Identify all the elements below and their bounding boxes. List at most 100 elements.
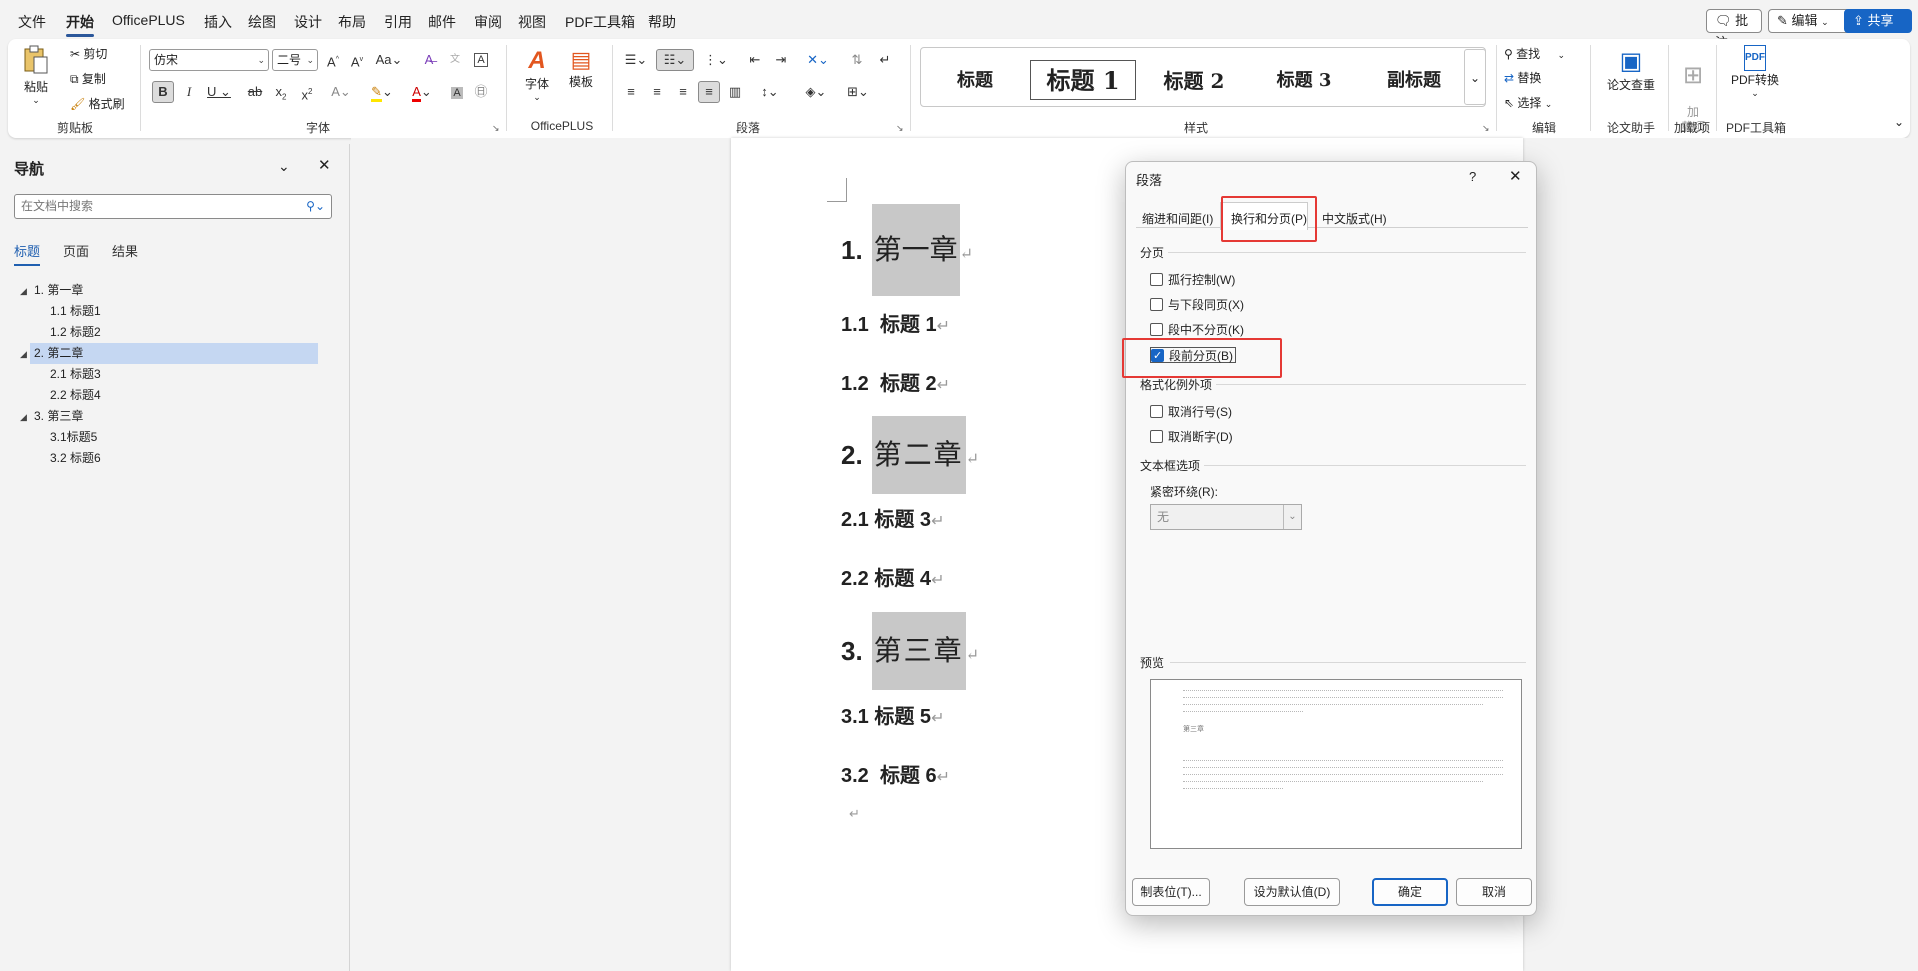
align-right-button[interactable]: ≡ <box>672 81 694 103</box>
heading-2-row[interactable]: 2.1 标题 3↵ <box>841 503 944 532</box>
nav-tree-item-selected[interactable]: 2. 第二章 <box>30 343 318 364</box>
menu-references[interactable]: 引用 <box>384 12 412 32</box>
decrease-indent-button[interactable]: ⇤ <box>744 49 766 71</box>
distributed-button[interactable]: ▥ <box>724 81 746 103</box>
char-border-icon[interactable]: A <box>470 49 492 71</box>
suppress-line-numbers-checkbox[interactable]: 取消行号(S) <box>1150 404 1232 420</box>
pdf-convert-button[interactable]: PDF PDF转换 ⌄ <box>1722 45 1788 99</box>
nav-tree-item[interactable]: 1.1 标题1 <box>50 301 101 322</box>
font-name-combo[interactable]: 仿宋 ⌄ <box>149 49 269 71</box>
nav-tree-item[interactable]: 3.1标题5 <box>50 427 97 448</box>
officeplus-template-button[interactable]: ▤ 模板 <box>564 47 598 90</box>
collapse-caret-icon[interactable]: ◢ <box>20 349 27 360</box>
set-default-button[interactable]: 设为默认值(D) <box>1244 878 1340 906</box>
select-button[interactable]: ⇖ 选择 ⌄ <box>1504 94 1552 111</box>
style-title[interactable]: 标题 <box>927 58 1023 104</box>
justify-button[interactable]: ≡ <box>698 81 720 103</box>
collapse-caret-icon[interactable]: ◢ <box>20 412 27 423</box>
heading-2-row[interactable]: 3.1 标题 5↵ <box>841 700 944 729</box>
nav-tab-results[interactable]: 结果 <box>112 241 138 260</box>
menu-draw[interactable]: 绘图 <box>248 12 276 32</box>
copy-button[interactable]: ⧉ 复制 <box>70 70 106 87</box>
nav-tree-item[interactable]: 2.2 标题4 <box>50 385 101 406</box>
tab-asian-typography[interactable]: 中文版式(H) <box>1322 210 1387 227</box>
italic-button[interactable]: I <box>178 81 200 103</box>
menu-file[interactable]: 文件 <box>18 12 46 32</box>
nav-tab-pages[interactable]: 页面 <box>63 241 89 260</box>
ok-button[interactable]: 确定 <box>1372 878 1448 906</box>
heading-2-row[interactable]: 1.1 标题 1↵ <box>841 308 950 337</box>
collapse-ribbon-icon[interactable]: ⌄ <box>1894 115 1904 129</box>
style-gallery-more-button[interactable]: ⌄ <box>1464 49 1486 105</box>
heading-1-row[interactable]: 1. 第一章 ↵ <box>841 204 973 296</box>
close-icon[interactable]: ✕ <box>318 156 331 174</box>
cancel-button[interactable]: 取消 <box>1456 878 1532 906</box>
widow-control-checkbox[interactable]: 孤行控制(W) <box>1150 272 1235 288</box>
menu-design[interactable]: 设计 <box>294 12 322 32</box>
menu-review[interactable]: 审阅 <box>474 12 502 32</box>
shading-button[interactable]: ◈⌄ <box>800 81 832 103</box>
collapse-caret-icon[interactable]: ◢ <box>20 286 27 297</box>
nav-options-chevron-icon[interactable]: ⌄ <box>278 158 290 175</box>
heading-2-row[interactable]: 2.2 标题 4↵ <box>841 562 944 591</box>
superscript-button[interactable]: x2 <box>296 81 318 103</box>
nav-tree-item[interactable]: 2.1 标题3 <box>50 364 101 385</box>
menu-mailings[interactable]: 邮件 <box>428 12 456 32</box>
style-heading-1[interactable]: 标题 1 <box>1030 60 1136 100</box>
menu-pdf-toolbox[interactable]: PDF工具箱 <box>565 12 635 32</box>
numbering-button[interactable]: ☷⌄ <box>656 49 694 71</box>
style-heading-3[interactable]: 标题 3 <box>1251 58 1357 104</box>
comment-button[interactable]: 🗨 批注 <box>1706 9 1762 50</box>
clear-format-icon[interactable]: A̶ <box>418 49 440 71</box>
menu-home[interactable]: 开始 <box>66 12 94 37</box>
grow-font-button[interactable]: A^ <box>322 49 344 71</box>
text-effects-button[interactable]: A⌄ <box>326 81 356 103</box>
shrink-font-button[interactable]: Av <box>346 49 368 71</box>
highlight-button[interactable]: ✎⌄ <box>366 81 398 103</box>
heading-1-row[interactable]: 2. 第二章 ↵ <box>841 416 979 494</box>
nav-tree-item[interactable]: 1.2 标题2 <box>50 322 101 343</box>
heading-1-row[interactable]: 3. 第三章 ↵ <box>841 612 979 690</box>
menu-help[interactable]: 帮助 <box>648 12 676 32</box>
bold-button[interactable]: B <box>152 81 174 103</box>
edit-mode-button[interactable]: ✎ 编辑 ⌄ <box>1768 9 1854 33</box>
find-button[interactable]: ⚲ 查找 ⌄ <box>1504 45 1565 62</box>
search-icon[interactable]: ⚲⌄ <box>306 195 325 218</box>
show-marks-button[interactable]: ↵ <box>874 49 896 71</box>
nav-tree-item[interactable]: 1. 第一章 <box>30 280 318 301</box>
align-center-button[interactable]: ≡ <box>646 81 668 103</box>
menu-insert[interactable]: 插入 <box>204 12 232 32</box>
borders-button[interactable]: ⊞⌄ <box>842 81 874 103</box>
menu-officeplus[interactable]: OfficePLUS <box>112 12 185 28</box>
menu-view[interactable]: 视图 <box>518 12 546 32</box>
tabs-button[interactable]: 制表位(T)... <box>1132 878 1210 906</box>
font-size-combo[interactable]: 二号 ⌄ <box>272 49 318 71</box>
tight-wrap-select[interactable]: 无 ⌄ <box>1150 504 1302 530</box>
help-button[interactable]: ? <box>1469 169 1476 184</box>
heading-2-row[interactable]: 3.2 标题 6↵ <box>841 759 950 788</box>
dialog-launcher-icon[interactable]: ↘ <box>896 123 904 134</box>
paper-check-button[interactable]: ▣ 论文查重 <box>1598 47 1664 93</box>
dont-hyphenate-checkbox[interactable]: 取消断字(D) <box>1150 429 1233 445</box>
close-icon[interactable]: ✕ <box>1509 167 1522 185</box>
multilevel-list-button[interactable]: ⋮⌄ <box>700 49 732 71</box>
dialog-launcher-icon[interactable]: ↘ <box>1482 123 1490 134</box>
strikethrough-button[interactable]: ab <box>244 81 266 103</box>
enclose-char-icon[interactable]: ㊐ <box>470 81 492 103</box>
font-color-button[interactable]: A⌄ <box>406 81 438 103</box>
nav-tree-item[interactable]: 3.2 标题6 <box>50 448 101 469</box>
format-painter-button[interactable]: 🖌 格式刷 <box>70 95 125 112</box>
paste-button[interactable]: 粘贴 ⌄ <box>22 45 50 106</box>
align-left-button[interactable]: ≡ <box>620 81 642 103</box>
change-case-button[interactable]: Aa⌄ <box>374 49 404 71</box>
heading-2-row[interactable]: 1.2 标题 2↵ <box>841 367 950 396</box>
nav-tab-headings[interactable]: 标题 <box>14 241 41 266</box>
tab-indents-spacing[interactable]: 缩进和间距(I) <box>1142 210 1213 227</box>
char-shading-icon[interactable]: A <box>446 81 468 103</box>
line-spacing-button[interactable]: ↕⌄ <box>754 81 786 103</box>
keep-with-next-checkbox[interactable]: 与下段同页(X) <box>1150 297 1244 313</box>
officeplus-font-button[interactable]: A 字体 ⌄ <box>520 47 554 103</box>
underline-button[interactable]: U ⌄ <box>204 81 234 103</box>
cut-button[interactable]: ✂ 剪切 <box>70 45 107 62</box>
nav-search-input[interactable]: 在文档中搜索 ⚲⌄ <box>14 194 332 219</box>
